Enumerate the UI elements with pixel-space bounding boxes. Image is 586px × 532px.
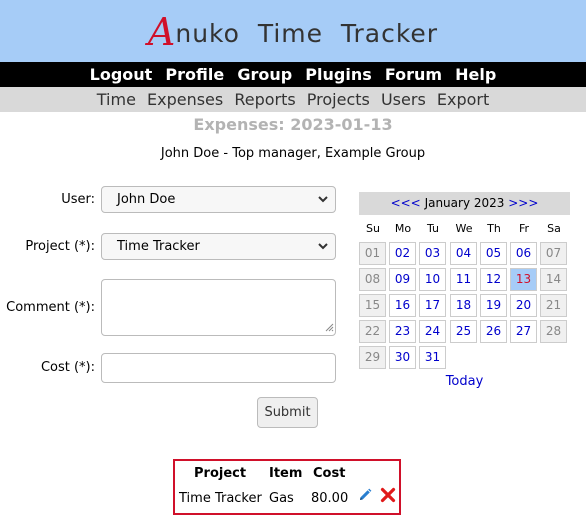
delete-x-icon[interactable]: [380, 487, 396, 507]
project-select[interactable]: Time Tracker: [101, 233, 336, 260]
submenu-reports[interactable]: Reports: [234, 90, 295, 109]
cost-label: Cost (*):: [40, 360, 95, 375]
weekday-mon: Mo: [394, 222, 412, 235]
resize-grip-icon[interactable]: [325, 323, 334, 335]
submenu-users[interactable]: Users: [381, 90, 426, 109]
menu-forum[interactable]: Forum: [385, 65, 442, 84]
weekday-sat: Sa: [547, 222, 561, 235]
cell-item: Gas: [269, 491, 294, 506]
calendar-day: 28: [540, 320, 567, 343]
calendar-day: 29: [359, 346, 386, 369]
calendar-day-selected[interactable]: 13: [510, 268, 537, 291]
user-info: John Doe - Top manager, Example Group: [160, 146, 426, 161]
calendar-next-button[interactable]: >>>: [508, 196, 538, 210]
weekday-sun: Su: [366, 222, 380, 235]
calendar-day: 21: [540, 294, 567, 317]
weekday-thu: Th: [487, 222, 501, 235]
calendar-day: 22: [359, 320, 386, 343]
user-select[interactable]: John Doe: [101, 186, 336, 213]
cell-cost: 80.00: [311, 491, 349, 506]
calendar-month: January 2023: [424, 196, 505, 210]
submit-button[interactable]: Submit: [257, 397, 318, 428]
column-header-cost: Cost: [313, 466, 346, 481]
submenu-export[interactable]: Export: [437, 90, 489, 109]
calendar-day: 08: [359, 268, 386, 291]
calendar-day[interactable]: 16: [389, 294, 416, 317]
calendar: <<< January 2023 >>> Su Mo Tu We Th Fr S…: [359, 192, 570, 389]
menu-group[interactable]: Group: [237, 65, 292, 84]
calendar-day[interactable]: 09: [389, 268, 416, 291]
calendar-day[interactable]: 25: [450, 320, 477, 343]
calendar-day: 07: [540, 242, 567, 265]
user-select-value: John Doe: [117, 192, 176, 207]
weekday-tue: Tu: [426, 222, 440, 235]
app-logo[interactable]: Anuko Time Tracker: [0, 10, 586, 54]
weekday-fri: Fr: [518, 222, 530, 235]
calendar-day[interactable]: 04: [450, 242, 477, 265]
cost-input[interactable]: [101, 353, 336, 383]
calendar-prev-button[interactable]: <<<: [391, 196, 421, 210]
calendar-day[interactable]: 27: [510, 320, 537, 343]
calendar-day[interactable]: 23: [389, 320, 416, 343]
column-header-item: Item: [269, 466, 303, 481]
weekday-wed: We: [455, 222, 473, 235]
menu-help[interactable]: Help: [455, 65, 496, 84]
calendar-day[interactable]: 05: [480, 242, 507, 265]
calendar-day[interactable]: 20: [510, 294, 537, 317]
logo-first-letter: A: [147, 10, 176, 54]
calendar-day[interactable]: 18: [450, 294, 477, 317]
submenu-projects[interactable]: Projects: [307, 90, 370, 109]
calendar-day[interactable]: 12: [480, 268, 507, 291]
chevron-down-icon: [317, 234, 329, 268]
menu-plugins[interactable]: Plugins: [305, 65, 371, 84]
comment-label: Comment (*):: [6, 300, 95, 315]
user-label: User:: [61, 192, 95, 207]
calendar-day[interactable]: 19: [480, 294, 507, 317]
calendar-day[interactable]: 30: [389, 346, 416, 369]
calendar-day[interactable]: 11: [450, 268, 477, 291]
expenses-table: Project Item Cost Time Tracker Gas 80.00: [173, 459, 401, 515]
submenu-time[interactable]: Time: [97, 90, 136, 109]
calendar-day[interactable]: 03: [419, 242, 446, 265]
logo-text: nuko Time Tracker: [175, 19, 439, 48]
calendar-day[interactable]: 10: [419, 268, 446, 291]
comment-textarea[interactable]: [101, 279, 336, 336]
chevron-down-icon: [317, 187, 329, 221]
submenu-expenses[interactable]: Expenses: [147, 90, 223, 109]
calendar-day[interactable]: 06: [510, 242, 537, 265]
project-label: Project (*):: [25, 239, 95, 254]
column-header-project: Project: [194, 466, 247, 481]
calendar-day: 14: [540, 268, 567, 291]
calendar-day: 15: [359, 294, 386, 317]
page-title: Expenses: 2023-01-13: [193, 115, 393, 134]
calendar-day[interactable]: 17: [419, 294, 446, 317]
calendar-day: 01: [359, 242, 386, 265]
menu-profile[interactable]: Profile: [165, 65, 224, 84]
calendar-day[interactable]: 26: [480, 320, 507, 343]
cell-project: Time Tracker: [179, 491, 262, 506]
calendar-header: <<< January 2023 >>>: [359, 192, 570, 215]
calendar-day[interactable]: 24: [419, 320, 446, 343]
logo-bar: Anuko Time Tracker: [0, 0, 586, 62]
calendar-day[interactable]: 31: [419, 346, 446, 369]
sub-menu: Time Expenses Reports Projects Users Exp…: [0, 87, 586, 112]
calendar-today-link[interactable]: Today: [359, 374, 570, 389]
edit-pencil-icon[interactable]: [357, 487, 373, 507]
top-menu: Logout Profile Group Plugins Forum Help: [0, 62, 586, 87]
project-select-value: Time Tracker: [117, 239, 200, 254]
calendar-day[interactable]: 02: [389, 242, 416, 265]
menu-logout[interactable]: Logout: [90, 65, 153, 84]
